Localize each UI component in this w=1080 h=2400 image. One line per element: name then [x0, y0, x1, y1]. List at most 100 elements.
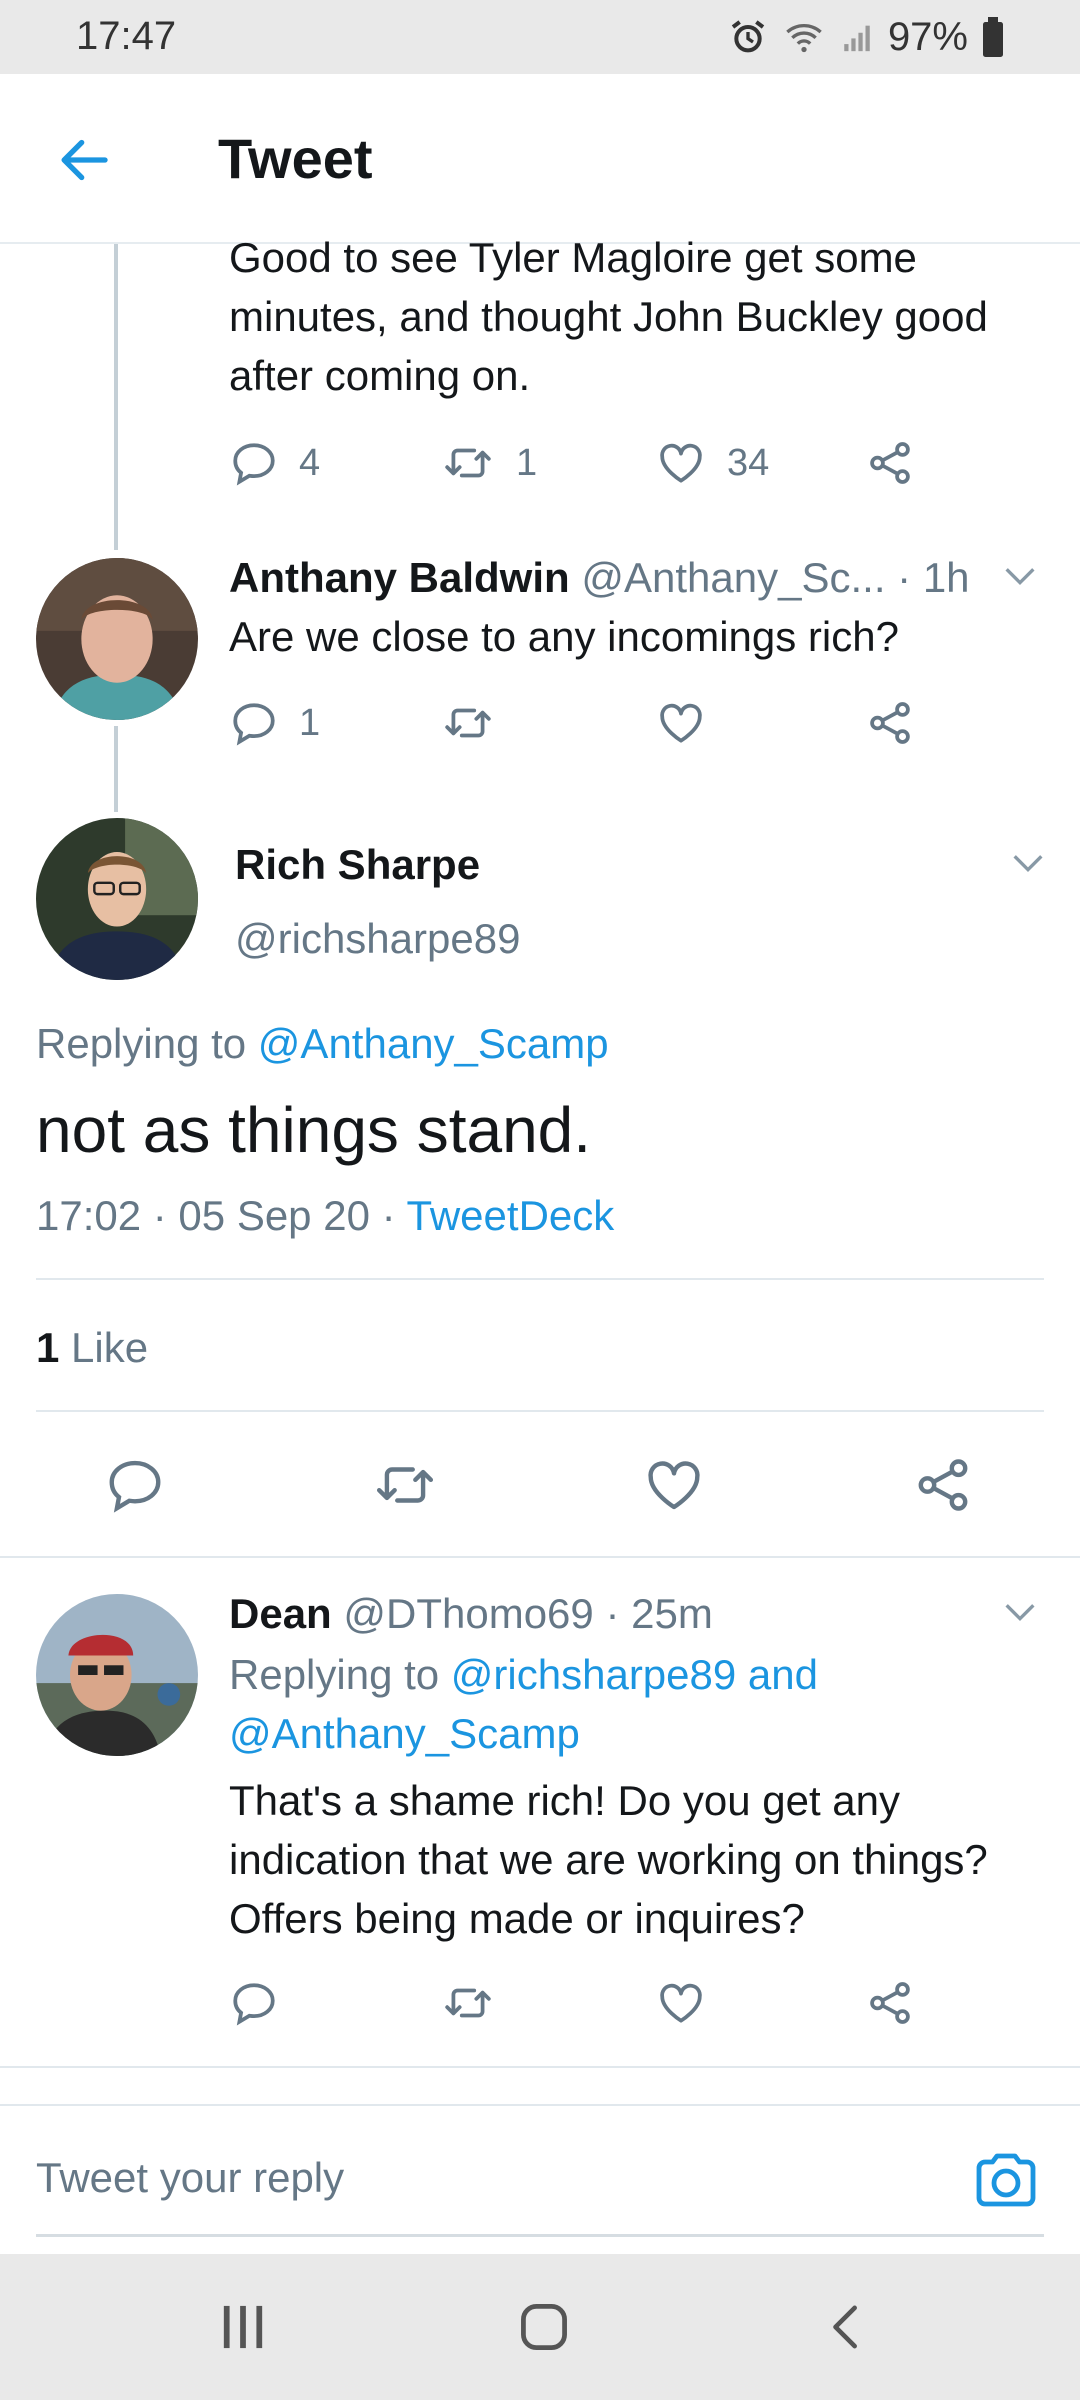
chevron-down-icon: [1005, 1604, 1035, 1622]
back-button[interactable]: [48, 124, 120, 196]
mention-link[interactable]: @Anthany_Scamp: [258, 1020, 609, 1067]
arrow-left-icon: [61, 139, 108, 181]
likes-label: Like: [71, 1324, 149, 1371]
tweet-text: Good to see Tyler Magloire get some minu…: [229, 234, 988, 399]
share-button[interactable]: [865, 1978, 915, 2028]
tweet-menu-button[interactable]: [1008, 843, 1048, 888]
like-button[interactable]: 34: [655, 438, 769, 488]
tweet-menu-button[interactable]: [1000, 556, 1040, 601]
retweet-count: 1: [516, 441, 538, 484]
tweet-time: · 25m: [605, 1590, 713, 1637]
tweet-actions: [229, 1972, 1049, 2032]
tweet-text: Are we close to any incomings rich?: [229, 613, 899, 660]
tweet-text: That's a shame rich! Do you get any indi…: [229, 1777, 988, 1942]
author-handle[interactable]: @Anthany_Sc...: [581, 554, 885, 601]
share-button[interactable]: [865, 438, 915, 488]
recent-apps-icon: [223, 2305, 263, 2349]
avatar[interactable]: [36, 818, 198, 980]
thread-line: [114, 244, 118, 550]
reply-count: 4: [299, 441, 321, 484]
share-icon: [918, 1459, 968, 1511]
replying-to-label: Replying to: [36, 1020, 247, 1067]
tweet-menu-button[interactable]: [1000, 1592, 1040, 1637]
reply-button[interactable]: [229, 1978, 279, 2028]
home-button[interactable]: [518, 2300, 570, 2359]
tweet-meta: 17:02 · 05 Sep 20 · TweetDeck: [36, 1186, 614, 1245]
share-button[interactable]: [912, 1454, 974, 1516]
status-time: 17:47: [76, 14, 177, 58]
reply-icon: [233, 703, 275, 746]
composer-underline: [36, 2234, 1044, 2237]
author-handle[interactable]: @DThomo69: [343, 1590, 593, 1637]
avatar[interactable]: [36, 1594, 198, 1756]
like-button[interactable]: [642, 1454, 706, 1516]
author-name[interactable]: Rich Sharpe: [235, 835, 480, 894]
main-tweet-text: not as things stand.: [36, 1094, 592, 1166]
thread-line: [114, 726, 118, 812]
page-title: Tweet: [218, 127, 373, 190]
recent-apps-button[interactable]: [220, 2302, 266, 2357]
retweet-button[interactable]: [440, 698, 496, 748]
chevron-left-icon: [833, 2305, 857, 2349]
heart-icon: [660, 703, 702, 743]
reply-icon: [233, 443, 275, 486]
mention-link[interactable]: @richsharpe89 and: [451, 1651, 818, 1698]
reply-input[interactable]: Tweet your reply: [36, 2154, 344, 2202]
chevron-down-icon: [1005, 568, 1035, 586]
reply-button[interactable]: [104, 1454, 166, 1516]
mention-link[interactable]: @Anthany_Scamp: [229, 1710, 580, 1757]
likes-summary[interactable]: 1 Like: [36, 1318, 148, 1377]
heart-icon: [660, 443, 702, 483]
tweet-header: Anthany Baldwin @Anthany_Sc... · 1h: [229, 548, 989, 607]
divider: [0, 2066, 1080, 2068]
reply-button[interactable]: 1: [229, 698, 320, 748]
reply-button[interactable]: 4: [229, 438, 320, 488]
tweet-actions: 4 1 34: [229, 432, 1049, 492]
heart-icon: [648, 1461, 700, 1510]
retweet-icon: [376, 1467, 434, 1503]
retweet-icon: [445, 448, 491, 478]
retweet-button[interactable]: 1: [440, 438, 537, 488]
status-icons: 97%: [728, 14, 1004, 60]
retweet-button[interactable]: [370, 1454, 440, 1516]
home-icon: [521, 2304, 567, 2350]
alarm-icon: [731, 20, 765, 53]
divider: [0, 1556, 1080, 1558]
author-name[interactable]: Anthany Baldwin: [229, 554, 570, 601]
like-button[interactable]: [655, 1978, 707, 2028]
retweet-button[interactable]: [440, 1978, 496, 2028]
battery-percent: 97%: [887, 14, 968, 59]
replying-to-label: Replying to: [229, 1651, 440, 1698]
battery-icon: [983, 17, 1003, 57]
share-icon: [870, 1982, 910, 2024]
share-icon: [870, 442, 910, 484]
divider: [36, 1410, 1044, 1412]
tweet-source-link[interactable]: TweetDeck: [407, 1192, 615, 1239]
replying-to: Replying to @richsharpe89 and @Anthany_S…: [229, 1645, 1049, 1763]
back-nav-button[interactable]: [824, 2300, 870, 2359]
author-name[interactable]: Dean: [229, 1590, 332, 1637]
tweet-time: · 1h: [897, 554, 970, 601]
camera-button[interactable]: [970, 2144, 1042, 2216]
main-tweet-actions: [0, 1446, 1080, 1526]
system-nav-bar: [0, 2254, 1080, 2400]
likes-count: 1: [36, 1324, 60, 1371]
reply-count: 1: [299, 701, 321, 744]
composer-border: [0, 2104, 1080, 2106]
tweet-datetime: 17:02 · 05 Sep 20 ·: [36, 1192, 396, 1239]
tweet-header: Dean @DThomo69 · 25m: [229, 1584, 713, 1643]
retweet-icon: [445, 708, 491, 738]
tweet-actions: 1: [229, 692, 1049, 752]
like-button[interactable]: [655, 698, 707, 748]
like-count: 34: [727, 441, 770, 484]
retweet-icon: [445, 1988, 491, 2018]
share-icon: [870, 702, 910, 744]
avatar[interactable]: [36, 558, 198, 720]
heart-icon: [660, 1983, 702, 2023]
replying-to: Replying to @Anthany_Scamp: [36, 1014, 609, 1073]
divider: [36, 1278, 1044, 1280]
share-button[interactable]: [865, 698, 915, 748]
app-header: Tweet: [0, 74, 1080, 244]
author-handle[interactable]: @richsharpe89: [235, 909, 520, 968]
chevron-down-icon: [1013, 855, 1043, 873]
